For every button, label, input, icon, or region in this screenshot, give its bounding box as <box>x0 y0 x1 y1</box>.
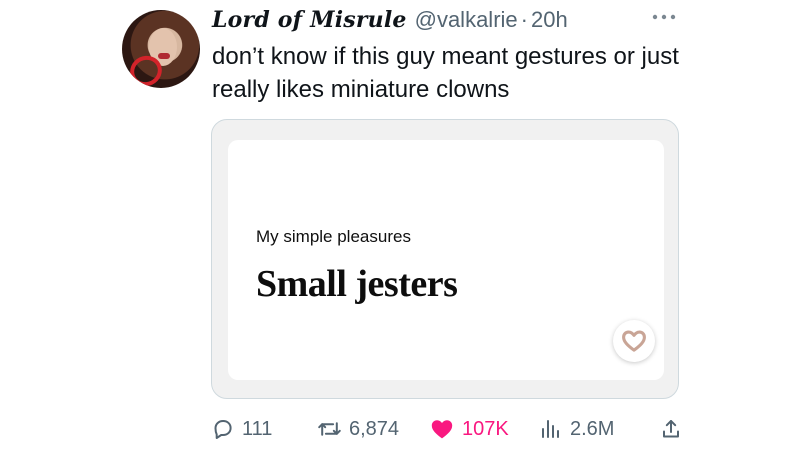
reply-button[interactable]: 111 <box>211 414 272 444</box>
profile-avatar[interactable] <box>122 10 200 88</box>
view-count: 2.6M <box>570 417 615 440</box>
reply-count: 111 <box>242 417 273 440</box>
repost-icon <box>318 422 341 436</box>
share-icon <box>663 420 679 438</box>
user-handle[interactable]: @valkalrie <box>415 7 518 33</box>
embedded-media-card[interactable]: My simple pleasures Small jesters <box>211 119 679 399</box>
views-button[interactable]: 2.6M <box>539 414 614 444</box>
share-button[interactable] <box>659 414 683 444</box>
like-button[interactable]: 107K <box>429 414 509 444</box>
inner-quote-card: My simple pleasures Small jesters <box>228 140 664 380</box>
card-kicker: My simple pleasures <box>256 227 411 246</box>
repost-button[interactable]: 6,874 <box>317 414 399 444</box>
tweet-actions: 111 6,874 107K 2.6M <box>211 414 691 444</box>
display-name[interactable]: Lord of Misrule <box>212 7 407 33</box>
tweet-header: Lord of Misrule @valkalrie · 20h <box>212 7 702 37</box>
reply-icon <box>214 420 232 439</box>
like-count: 107K <box>462 417 509 440</box>
tweet-card: Lord of Misrule @valkalrie · 20h don’t k… <box>0 0 800 450</box>
repost-count: 6,874 <box>349 417 400 440</box>
more-horizontal-icon[interactable] <box>650 12 678 22</box>
tweet-time[interactable]: 20h <box>531 7 568 33</box>
heart-outline-icon <box>622 330 646 352</box>
card-title: Small jesters <box>256 263 458 305</box>
heart-filled-icon <box>431 420 453 439</box>
header-separator: · <box>520 7 528 32</box>
tweet-text: don’t know if this guy meant gestures or… <box>212 43 679 103</box>
card-heart-button[interactable] <box>613 320 655 362</box>
analytics-icon <box>542 420 559 438</box>
avatar-lips <box>158 53 170 59</box>
